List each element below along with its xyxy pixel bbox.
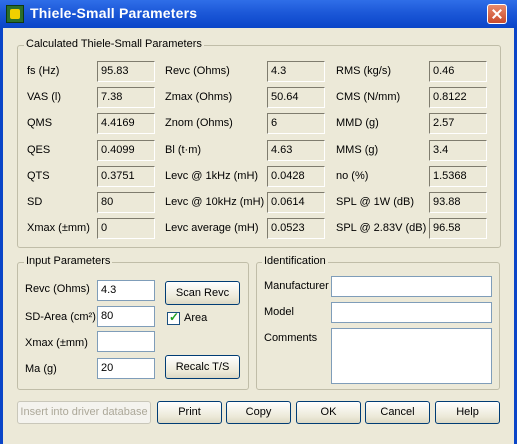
revc-input-label: Revc (Ohms) xyxy=(25,283,90,295)
calc-value-field: 0.3751 xyxy=(97,166,155,187)
calc-value-field: 0.46 xyxy=(429,61,487,82)
calc-label: fs (Hz) xyxy=(27,65,60,77)
calc-label: MMS (g) xyxy=(336,144,379,156)
revc-input[interactable]: 4.3 xyxy=(97,280,155,301)
calc-label: SD xyxy=(27,196,43,208)
comments-input[interactable] xyxy=(331,328,492,384)
cancel-button[interactable]: Cancel xyxy=(365,401,430,424)
help-button[interactable]: Help xyxy=(435,401,500,424)
identification-legend: Identification xyxy=(262,255,328,267)
calc-value-field: 4.4169 xyxy=(97,113,155,134)
calc-label: QES xyxy=(27,144,51,156)
model-label: Model xyxy=(264,306,294,318)
calc-label: Xmax (±mm) xyxy=(27,222,90,234)
calc-value-field: 80 xyxy=(97,192,155,213)
calc-label: Revc (Ohms) xyxy=(165,65,230,77)
calc-label: QMS xyxy=(27,117,53,129)
manufacturer-input[interactable] xyxy=(331,276,492,297)
comments-label: Comments xyxy=(264,332,318,344)
calc-label: Levc average (mH) xyxy=(165,222,259,234)
ma-input-label: Ma (g) xyxy=(25,363,57,375)
input-parameters-legend: Input Parameters xyxy=(24,255,113,267)
calc-value-field: 50.64 xyxy=(267,87,325,108)
calc-value-field: 4.63 xyxy=(267,140,325,161)
area-checkbox-label: Area xyxy=(184,312,208,324)
calc-label: Znom (Ohms) xyxy=(165,117,233,129)
calc-label: Zmax (Ohms) xyxy=(165,91,233,103)
recalc-ts-button[interactable]: Recalc T/S xyxy=(165,355,240,379)
insert-into-database-button[interactable]: Insert into driver database xyxy=(17,401,151,424)
calc-value-field: 2.57 xyxy=(429,113,487,134)
calc-label: no (%) xyxy=(336,170,369,182)
calc-label: VAS (l) xyxy=(27,91,62,103)
calc-value-field: 96.58 xyxy=(429,218,487,239)
calc-value-field: 7.38 xyxy=(97,87,155,108)
calc-label: Bl (t·m) xyxy=(165,144,202,156)
calc-label: QTS xyxy=(27,170,50,182)
calc-value-field: 3.4 xyxy=(429,140,487,161)
calc-value-field: 4.3 xyxy=(267,61,325,82)
print-button[interactable]: Print xyxy=(157,401,222,424)
scan-revc-button[interactable]: Scan Revc xyxy=(165,281,240,305)
calc-value-field: 0.8122 xyxy=(429,87,487,108)
calc-value-field: 0.0523 xyxy=(267,218,325,239)
ma-input[interactable]: 20 xyxy=(97,358,155,379)
sd-area-input-label: SD-Area (cm²) xyxy=(25,311,96,323)
window-title: Thiele-Small Parameters xyxy=(30,5,198,21)
close-icon[interactable] xyxy=(487,4,507,24)
calc-value-field: 0.0428 xyxy=(267,166,325,187)
xmax-input[interactable] xyxy=(97,331,155,352)
window-frame-left xyxy=(0,28,3,444)
xmax-input-label: Xmax (±mm) xyxy=(25,337,88,349)
calc-value-field: 6 xyxy=(267,113,325,134)
calculated-parameters-legend: Calculated Thiele-Small Parameters xyxy=(24,38,204,50)
calc-label: SPL @ 2.83V (dB) xyxy=(336,222,427,234)
copy-button[interactable]: Copy xyxy=(226,401,291,424)
app-icon xyxy=(6,5,24,23)
calc-value-field: 95.83 xyxy=(97,61,155,82)
calc-label: CMS (N/mm) xyxy=(336,91,401,103)
area-checkbox[interactable] xyxy=(167,310,180,325)
sd-area-input[interactable]: 80 xyxy=(97,306,155,327)
calc-value-field: 0 xyxy=(97,218,155,239)
manufacturer-label: Manufacturer xyxy=(264,280,329,292)
calc-label: MMD (g) xyxy=(336,117,379,129)
calc-label: SPL @ 1W (dB) xyxy=(336,196,414,208)
ok-button[interactable]: OK xyxy=(296,401,361,424)
calc-value-field: 1.5368 xyxy=(429,166,487,187)
calc-value-field: 93.88 xyxy=(429,192,487,213)
calc-label: Levc @ 1kHz (mH) xyxy=(165,170,259,182)
calc-label: Levc @ 10kHz (mH) xyxy=(165,196,265,208)
model-input[interactable] xyxy=(331,302,492,323)
calc-value-field: 0.4099 xyxy=(97,140,155,161)
calc-value-field: 0.0614 xyxy=(267,192,325,213)
calc-label: RMS (kg/s) xyxy=(336,65,391,77)
